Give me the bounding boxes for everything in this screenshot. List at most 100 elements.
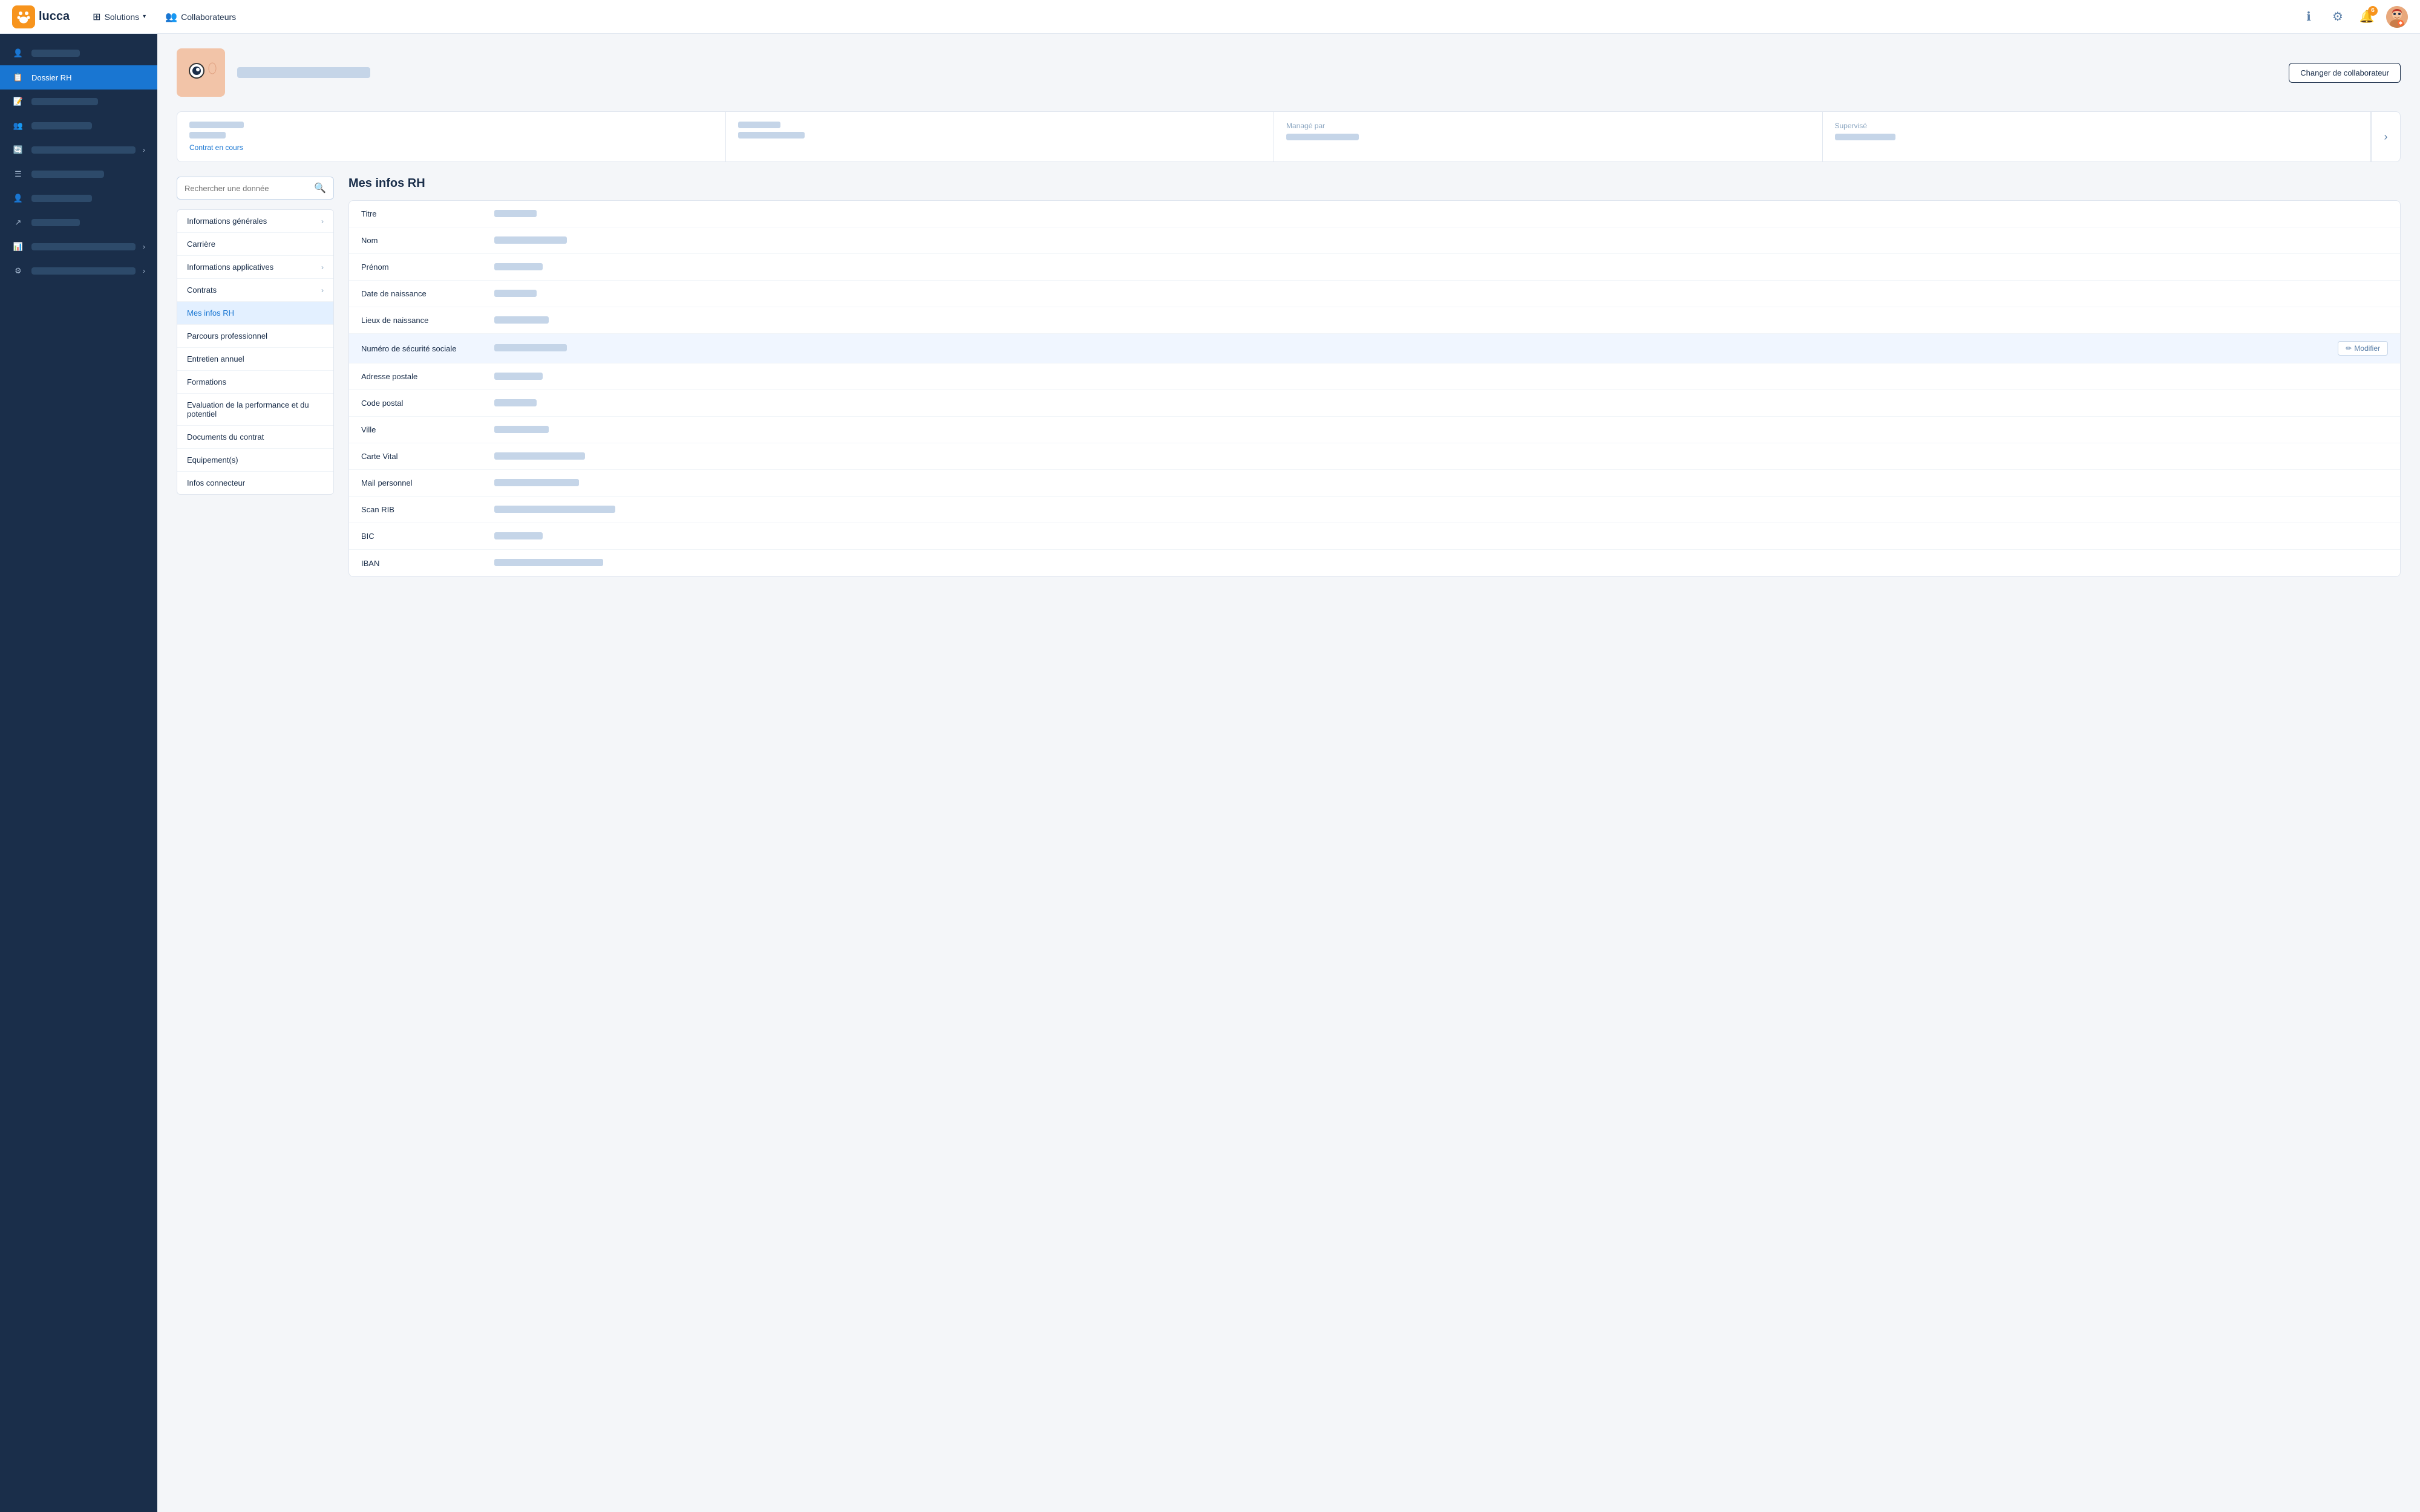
- row-value-prenom: [494, 262, 2388, 272]
- sidebar-item-3[interactable]: 📝: [0, 90, 157, 114]
- card3-value: [1286, 134, 1359, 140]
- chevron-down-icon: ▾: [143, 13, 146, 20]
- nav-item-parcours-professionnel[interactable]: Parcours professionnel: [177, 325, 333, 348]
- sidebar-item-label-5: [31, 146, 136, 154]
- table-row-nom: Nom: [349, 227, 2400, 254]
- change-collaborateur-button[interactable]: Changer de collaborateur: [2289, 63, 2401, 83]
- sidebar-item-9[interactable]: 📊 ›: [0, 235, 157, 259]
- solutions-button[interactable]: ⊞ Solutions ▾: [84, 7, 154, 27]
- row-label-titre: Titre: [361, 209, 494, 218]
- sidebar-item-8[interactable]: ↗: [0, 210, 157, 235]
- people-icon: 👥: [165, 11, 177, 23]
- card2-value: [738, 132, 805, 138]
- clipboard-icon: 📝: [12, 96, 24, 108]
- content-area: 🔍 Informations générales › Carrière Info…: [177, 177, 2401, 577]
- sidebar-item-label-dossier: Dossier RH: [31, 73, 145, 82]
- user-icon: 👤: [12, 47, 24, 59]
- sidebar-item-4[interactable]: 👥: [0, 114, 157, 138]
- value-ph: [494, 236, 567, 244]
- chevron-right-icon-9: ›: [143, 243, 145, 251]
- card3-label: Managé par: [1286, 122, 1810, 130]
- sidebar-item-6[interactable]: ☰: [0, 162, 157, 186]
- topnav-right: ℹ ⚙ 🔔 6: [2299, 6, 2408, 28]
- sidebar-item-5[interactable]: 🔄 ›: [0, 138, 157, 162]
- table-row-carte-vital: Carte Vital: [349, 443, 2400, 470]
- nav-item-evaluation[interactable]: Evaluation de la performance et du poten…: [177, 394, 333, 426]
- nav-item-informations-generales[interactable]: Informations générales ›: [177, 210, 333, 233]
- value-ph: [494, 399, 537, 406]
- main-content: Changer de collaborateur Contrat en cour…: [157, 34, 2420, 1512]
- card-nav-next[interactable]: ›: [2371, 112, 2400, 161]
- nav-item-carriere[interactable]: Carrière: [177, 233, 333, 256]
- nav-item-label: Parcours professionnel: [187, 331, 267, 341]
- nav-item-infos-connecteur[interactable]: Infos connecteur: [177, 472, 333, 494]
- row-value-numero-secu: [494, 344, 2338, 353]
- value-ph: [494, 290, 537, 297]
- table-row-iban: IBAN: [349, 550, 2400, 576]
- table-row-date-naissance: Date de naissance: [349, 281, 2400, 307]
- settings-button[interactable]: ⚙: [2328, 7, 2347, 27]
- nav-item-contrats[interactable]: Contrats ›: [177, 279, 333, 302]
- notifications-button[interactable]: 🔔 6: [2357, 7, 2376, 27]
- value-ph: [494, 316, 549, 324]
- chevron-right-icon: ›: [321, 217, 324, 226]
- nav-item-mes-infos-rh[interactable]: Mes infos RH: [177, 302, 333, 325]
- nav-item-label: Documents du contrat: [187, 432, 264, 442]
- card1-label: [189, 122, 244, 128]
- nav-item-equipements[interactable]: Equipement(s): [177, 449, 333, 472]
- notification-badge: 6: [2368, 6, 2378, 16]
- modifier-button[interactable]: ✏ Modifier: [2338, 341, 2388, 356]
- nav-item-label: Evaluation de la performance et du poten…: [187, 400, 324, 419]
- logo-icon: [12, 5, 35, 28]
- row-label-ville: Ville: [361, 425, 494, 434]
- profile-avatar: [177, 48, 225, 97]
- nav-item-informations-applicatives[interactable]: Informations applicatives ›: [177, 256, 333, 279]
- card4-value: [1835, 134, 1895, 140]
- table-row-bic: BIC: [349, 523, 2400, 550]
- folder-icon: 📋: [12, 71, 24, 83]
- avatar[interactable]: [2386, 6, 2408, 28]
- external-icon: ↗: [12, 217, 24, 229]
- sidebar-item-10[interactable]: ⚙ ›: [0, 259, 157, 283]
- nav-item-label: Equipement(s): [187, 455, 238, 464]
- row-label-prenom: Prénom: [361, 262, 494, 272]
- sidebar-item-label-8: [31, 219, 80, 226]
- value-ph: [494, 426, 549, 433]
- modifier-label: Modifier: [2354, 344, 2380, 353]
- row-value-carte-vital: [494, 452, 2388, 461]
- info-button[interactable]: ℹ: [2299, 7, 2318, 27]
- table-row-code-postal: Code postal: [349, 390, 2400, 417]
- lucca-logo-svg: [16, 9, 31, 25]
- table-row-numero-secu: Numéro de sécurité sociale ✏ Modifier: [349, 334, 2400, 363]
- left-panel: 🔍 Informations générales › Carrière Info…: [177, 177, 334, 577]
- info-card-1: Contrat en cours: [177, 112, 726, 161]
- row-label-lieux-naissance: Lieux de naissance: [361, 316, 494, 325]
- nav-item-formations[interactable]: Formations: [177, 371, 333, 394]
- avatar-svg: [2386, 6, 2408, 28]
- value-ph: [494, 210, 537, 217]
- value-ph: [494, 452, 585, 460]
- row-label-carte-vital: Carte Vital: [361, 452, 494, 461]
- search-input[interactable]: [185, 184, 314, 193]
- logo[interactable]: lucca: [12, 5, 70, 28]
- sidebar-item-dossier-rh[interactable]: 📋 Dossier RH: [0, 65, 157, 90]
- edit-icon: ✏: [2346, 344, 2352, 353]
- row-label-iban: IBAN: [361, 559, 494, 568]
- info-icon: ℹ: [2306, 9, 2311, 24]
- nav-item-entretien-annuel[interactable]: Entretien annuel: [177, 348, 333, 371]
- info-cards: Contrat en cours Managé par Supervisé ›: [177, 111, 2401, 162]
- settings-icon: ⚙: [12, 265, 24, 277]
- sidebar: 👤 📋 Dossier RH 📝 👥 🔄 › ☰ 👤 ↗: [0, 34, 157, 1512]
- sidebar-item-profile[interactable]: 👤: [0, 41, 157, 65]
- sidebar-item-label-6: [31, 171, 104, 178]
- row-value-ville: [494, 425, 2388, 435]
- sidebar-item-label-9: [31, 243, 136, 250]
- value-ph: [494, 559, 603, 566]
- sidebar-item-label-7: [31, 195, 92, 202]
- nav-item-documents-contrat[interactable]: Documents du contrat: [177, 426, 333, 449]
- collaborateurs-button[interactable]: 👥 Collaborateurs: [157, 7, 244, 27]
- table-row-adresse: Adresse postale: [349, 363, 2400, 390]
- sidebar-item-label-10: [31, 267, 136, 275]
- row-label-numero-secu: Numéro de sécurité sociale: [361, 344, 494, 353]
- sidebar-item-7[interactable]: 👤: [0, 186, 157, 210]
